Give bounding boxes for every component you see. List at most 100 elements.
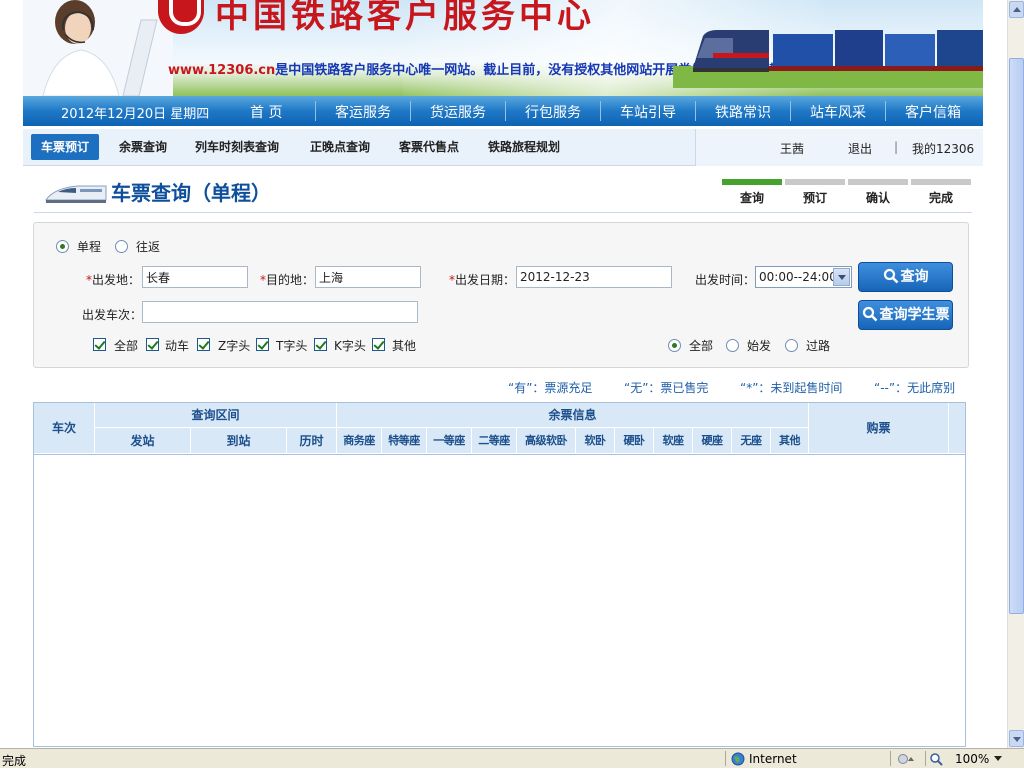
col-second-class: 二等座: [472, 428, 517, 454]
col-query-range: 查询区间: [95, 403, 337, 428]
one-way-radio[interactable]: [56, 240, 69, 253]
site-banner: 中国铁路客户服务中心 www.12306.cn是中国铁路客户服务中心唯一网站。截…: [23, 0, 983, 96]
legend-no-seat-class: “--”：无此席别: [874, 381, 956, 395]
col-hard-sleeper: 硬卧: [615, 428, 654, 454]
departure-time-select[interactable]: 00:00--24:00: [755, 266, 852, 288]
col-soft-seat: 软座: [654, 428, 693, 454]
nav-freight-service[interactable]: 货运服务: [430, 102, 486, 122]
station-passing-label: 过路: [806, 339, 831, 353]
status-divider: [925, 751, 926, 766]
zoom-dropdown-icon[interactable]: [994, 756, 1002, 762]
to-label-text: 目的地：: [266, 273, 315, 287]
step-label: 确认: [865, 191, 890, 205]
departure-time-label: 出发时间：: [695, 273, 756, 287]
nav-station-guide[interactable]: 车站引导: [620, 102, 676, 122]
date-label-text: 出发日期：: [455, 273, 516, 287]
train-type-emu-checkbox[interactable]: [146, 338, 159, 351]
security-zone: Internet: [749, 752, 797, 766]
results-table: 车次 查询区间 发站 到站 历时 余票信息 商务座 特等座 一等座 二等座 高级…: [33, 402, 966, 747]
magnifier-icon: [883, 268, 898, 283]
step-label: 查询: [739, 191, 764, 205]
site-url: www.12306.cn: [168, 63, 276, 78]
round-trip-radio[interactable]: [115, 240, 128, 253]
nav-divider: [695, 101, 696, 121]
nav-customer-mailbox[interactable]: 客户信箱: [905, 102, 961, 122]
tab-journey-planner[interactable]: 铁路旅程规划: [488, 134, 560, 160]
scroll-up-arrow-icon[interactable]: [1009, 1, 1024, 18]
user-name[interactable]: 王茜: [780, 140, 804, 157]
step-bar: [722, 179, 782, 185]
tab-ticket-agents[interactable]: 客票代售点: [399, 134, 459, 160]
train-type-other-checkbox[interactable]: [372, 338, 385, 351]
globe-icon: [731, 752, 745, 766]
current-date: 2012年12月20日 星期四: [61, 107, 210, 122]
tab-remaining-tickets[interactable]: 余票查询: [119, 134, 167, 160]
tab-timetable[interactable]: 列车时刻表查询: [195, 134, 279, 160]
train-type-k-checkbox[interactable]: [314, 338, 327, 351]
scroll-thumb[interactable]: [1009, 58, 1024, 614]
protected-mode-icon[interactable]: [897, 753, 917, 765]
from-station-label: *出发地：: [86, 271, 140, 288]
nav-divider: [410, 101, 411, 121]
to-station-label: *目的地：: [260, 271, 314, 288]
train-type-t-checkbox[interactable]: [256, 338, 269, 351]
train-type-all-checkbox[interactable]: [93, 338, 106, 351]
status-divider: [890, 751, 891, 766]
nav-divider: [600, 101, 601, 121]
nav-divider: [790, 101, 791, 121]
user-divider: |: [894, 140, 899, 154]
col-hard-seat: 硬座: [693, 428, 732, 454]
station-passing-radio[interactable]: [785, 339, 798, 352]
scroll-down-arrow-icon[interactable]: [1009, 730, 1024, 747]
departure-date-input[interactable]: [516, 266, 672, 288]
customer-service-operator-image: [23, 0, 173, 96]
site-title: 中国铁路客户服务中心: [215, 0, 595, 36]
step-bar: [848, 179, 908, 185]
title-divider: [34, 212, 972, 213]
student-button-label: 查询学生票: [879, 307, 950, 323]
train-number-input[interactable]: [142, 301, 418, 323]
nav-station-style[interactable]: 站车风采: [810, 102, 866, 122]
train-type-all-label: 全部: [114, 339, 139, 353]
round-trip-label: 往返: [136, 240, 161, 254]
my-12306-link[interactable]: 我的12306: [912, 140, 974, 157]
nav-home[interactable]: 首 页: [250, 102, 282, 122]
nav-baggage-service[interactable]: 行包服务: [525, 102, 581, 122]
departure-time-value: 00:00--24:00: [759, 270, 837, 284]
bullet-train-icon: [45, 185, 107, 203]
nav-divider: [885, 101, 886, 121]
zoom-level[interactable]: 100%: [955, 752, 989, 766]
col-to-station: 到站: [191, 428, 287, 454]
chevron-down-icon[interactable]: [833, 268, 850, 286]
tab-ticket-booking[interactable]: 车票预订: [31, 134, 100, 160]
from-station-input[interactable]: [142, 266, 248, 288]
station-origin-radio[interactable]: [726, 339, 739, 352]
student-ticket-search-button[interactable]: 查询学生票: [858, 300, 953, 330]
step-label: 预订: [802, 191, 827, 205]
train-type-t-label: T字头: [276, 339, 308, 353]
step-query: 查询: [722, 179, 782, 206]
header-divider: [34, 454, 965, 455]
search-button[interactable]: 查询: [858, 262, 953, 292]
step-bar: [785, 179, 845, 185]
col-standing: 无座: [732, 428, 771, 454]
ticket-search-form: 单程 往返 *出发地： *目的地： *出发日期： 出发时间： 00:00--24…: [33, 222, 969, 368]
logout-link[interactable]: 退出: [848, 140, 872, 157]
nav-divider: [505, 101, 506, 121]
status-text: 完成: [2, 754, 27, 768]
nav-passenger-service[interactable]: 客运服务: [335, 102, 391, 122]
nav-railway-knowledge[interactable]: 铁路常识: [715, 102, 771, 122]
freight-train-image: [673, 30, 983, 88]
train-type-z-checkbox[interactable]: [197, 338, 210, 351]
tab-punctuality[interactable]: 正晚点查询: [310, 134, 370, 160]
browser-status-bar: 完成 Internet 100%: [0, 748, 1024, 768]
page-title: 车票查询（单程）: [111, 181, 271, 205]
status-divider: [725, 751, 726, 766]
station-all-radio[interactable]: [668, 339, 681, 352]
user-panel: 王茜 退出 | 我的12306: [695, 129, 983, 166]
page-vertical-scrollbar[interactable]: [1007, 0, 1024, 748]
train-type-emu-label: 动车: [165, 339, 190, 353]
train-type-k-label: K字头: [334, 339, 366, 353]
to-station-input[interactable]: [315, 266, 421, 288]
station-all-label: 全部: [689, 339, 714, 353]
